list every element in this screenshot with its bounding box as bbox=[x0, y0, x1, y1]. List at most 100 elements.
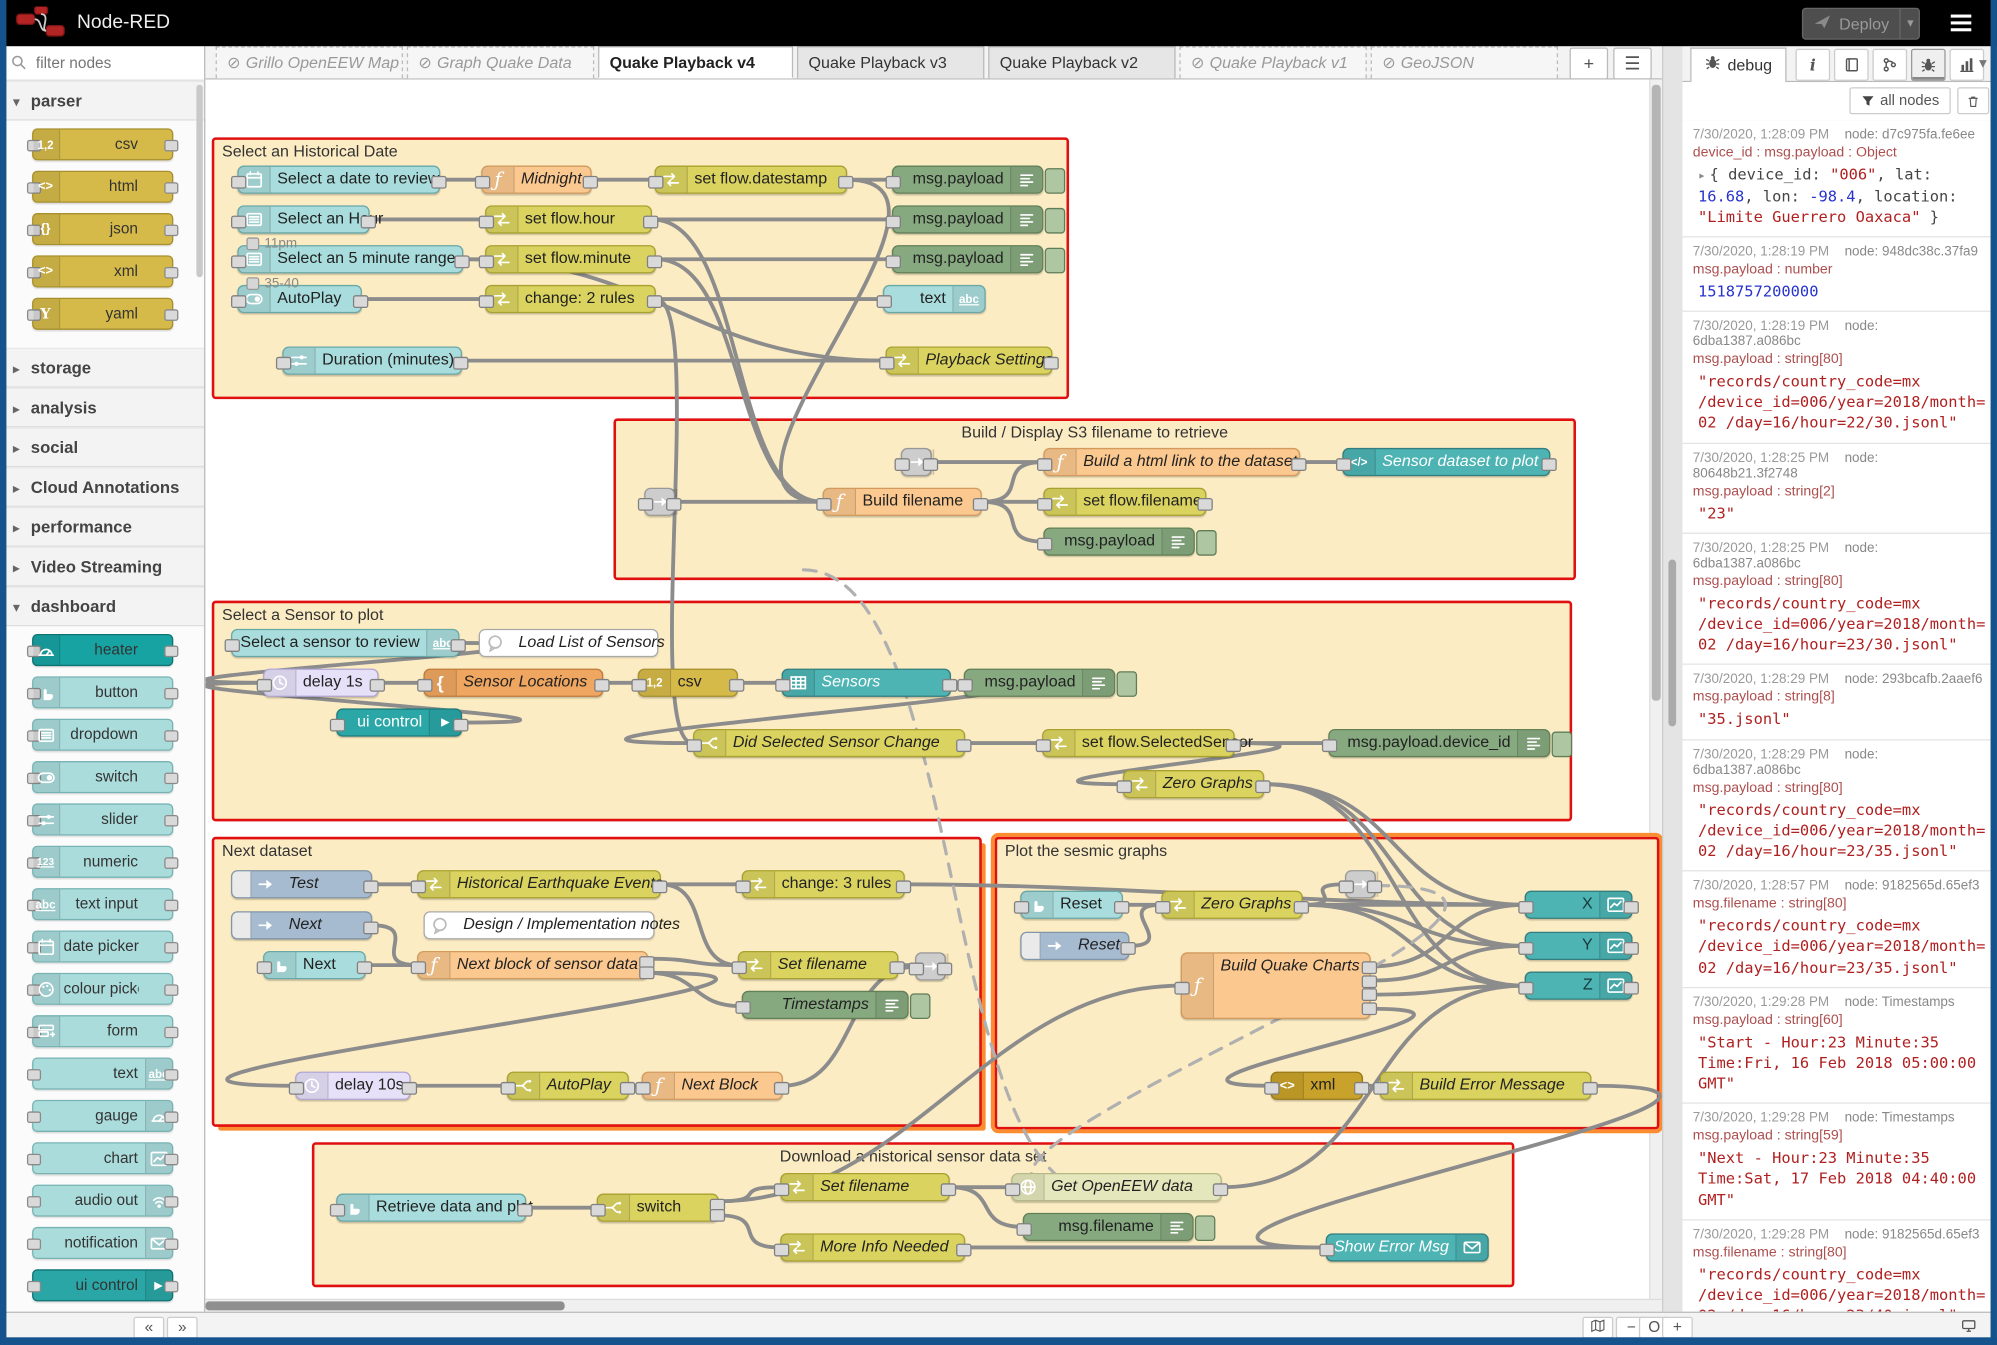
node-load-list-of-sensors[interactable]: Load List of Sensors bbox=[478, 628, 665, 658]
node-set-flow-filename[interactable]: set flow.filename bbox=[1036, 487, 1213, 516]
output-port[interactable] bbox=[940, 1183, 957, 1197]
input-port[interactable] bbox=[1338, 880, 1354, 894]
palette-node-csv[interactable]: 1,2 csv bbox=[26, 128, 178, 161]
input-port[interactable] bbox=[686, 739, 703, 753]
input-port[interactable] bbox=[410, 961, 427, 975]
sidebar-menu-caret-icon[interactable]: ▾ bbox=[1979, 54, 1987, 72]
output-port[interactable] bbox=[666, 497, 682, 511]
output-port[interactable] bbox=[1353, 1081, 1370, 1095]
output-port[interactable] bbox=[582, 175, 599, 189]
input-port[interactable] bbox=[1035, 739, 1052, 753]
node-next[interactable]: Next bbox=[256, 950, 373, 980]
input-port[interactable] bbox=[735, 1001, 751, 1014]
output-port[interactable] bbox=[454, 255, 470, 269]
tab-quake-playback-v2[interactable]: Quake Playback v2 bbox=[988, 46, 1176, 79]
palette-node-html[interactable]: <> html bbox=[26, 170, 178, 203]
output-port[interactable] bbox=[1623, 900, 1639, 914]
node-select-an-hour[interactable]: Select an Hour bbox=[231, 205, 383, 234]
canvas-horizontal-scrollbar[interactable] bbox=[205, 1298, 1663, 1312]
output-port[interactable] bbox=[922, 458, 939, 472]
node-reset[interactable]: Reset bbox=[1020, 931, 1136, 960]
input-port[interactable] bbox=[256, 678, 273, 692]
node-change-2-rules[interactable]: change: 2 rules bbox=[478, 284, 663, 314]
input-port[interactable] bbox=[773, 1243, 790, 1257]
input-port[interactable] bbox=[288, 1081, 305, 1095]
debug-clear-button[interactable] bbox=[1957, 87, 1990, 115]
output-port[interactable] bbox=[972, 497, 989, 511]
node-msg-payload[interactable]: msg.payload bbox=[885, 165, 1066, 194]
node-link[interactable] bbox=[894, 447, 939, 477]
palette-next-button[interactable]: » bbox=[166, 1316, 198, 1339]
palette-node-yaml[interactable]: Y yaml bbox=[26, 297, 178, 330]
output-port[interactable] bbox=[1212, 1183, 1229, 1197]
palette-node-dropdown[interactable]: dropdown bbox=[26, 718, 178, 751]
inject-button[interactable] bbox=[232, 912, 252, 939]
output-port[interactable] bbox=[356, 961, 373, 975]
output-port[interactable] bbox=[1120, 942, 1136, 955]
output-port[interactable] bbox=[728, 678, 745, 692]
sidebar-context-button[interactable] bbox=[1872, 48, 1908, 81]
tab-geojson[interactable]: ⊘ GeoJSON bbox=[1370, 46, 1559, 79]
sidebar-help-button[interactable] bbox=[1833, 48, 1869, 81]
node-msg-payload[interactable]: msg.payload bbox=[885, 245, 1066, 274]
input-port[interactable] bbox=[1155, 900, 1171, 914]
node-select-a-sensor-to-review[interactable]: abc Select a sensor to review bbox=[224, 628, 466, 658]
node-autoplay[interactable]: AutoPlay bbox=[500, 1071, 636, 1100]
input-port[interactable] bbox=[894, 458, 910, 472]
node-sensor-dataset-to-plot[interactable]: </> Sensor dataset to plot bbox=[1336, 447, 1557, 477]
palette-node-heater[interactable]: heater bbox=[26, 633, 178, 667]
deploy-options-caret-icon[interactable]: ▾ bbox=[1907, 17, 1913, 31]
input-port[interactable] bbox=[417, 678, 433, 692]
input-port[interactable] bbox=[590, 1203, 606, 1217]
node-set-flow-datestamp[interactable]: set flow.datestamp bbox=[648, 165, 854, 194]
input-port[interactable] bbox=[275, 356, 292, 370]
node-set-flow-selectedsensor[interactable]: set flow.SelectedSensor bbox=[1035, 728, 1253, 758]
debug-message[interactable]: 7/30/2020, 1:28:25 PM node: 80648b21.3f27… bbox=[1682, 444, 1997, 534]
output-port[interactable] bbox=[1623, 981, 1639, 995]
input-port[interactable] bbox=[329, 718, 346, 732]
expand-caret-icon[interactable]: ▸ bbox=[1698, 169, 1706, 183]
node-show-error-msg[interactable]: Show Error Msg bbox=[1319, 1233, 1489, 1262]
tab-quake-playback-v3[interactable]: Quake Playback v3 bbox=[796, 46, 985, 79]
output-port[interactable] bbox=[889, 961, 905, 975]
node-next-block[interactable]: ƒ Next Block bbox=[635, 1071, 790, 1100]
palette-category-analysis[interactable]: ▸ analysis bbox=[0, 387, 205, 428]
input-port[interactable] bbox=[478, 255, 495, 269]
output-port[interactable] bbox=[1541, 458, 1557, 472]
node-change-3-rules[interactable]: change: 3 rules bbox=[735, 870, 912, 899]
add-flow-button[interactable]: + bbox=[1569, 47, 1609, 80]
output-port[interactable] bbox=[450, 639, 466, 652]
output-port[interactable] bbox=[1293, 900, 1310, 914]
output-port[interactable] bbox=[646, 255, 663, 269]
output-port[interactable] bbox=[642, 215, 659, 229]
palette-category-dashboard[interactable]: ▾ dashboard bbox=[0, 586, 205, 627]
debug-toggle-button[interactable] bbox=[1194, 1215, 1216, 1242]
flow-list-button[interactable]: ☰ bbox=[1613, 47, 1652, 80]
sidebar-debug-button[interactable] bbox=[1910, 48, 1946, 81]
output-port[interactable] bbox=[363, 921, 379, 935]
palette-node-text-input[interactable]: abc text input bbox=[26, 888, 178, 921]
debug-toggle-button[interactable] bbox=[1551, 731, 1573, 758]
node-link[interactable] bbox=[908, 952, 953, 981]
input-port[interactable] bbox=[957, 678, 973, 692]
debug-message[interactable]: 7/30/2020, 1:28:25 PM node: 6dba1387.a086… bbox=[1682, 534, 1997, 666]
node-x[interactable]: X bbox=[1518, 890, 1639, 919]
input-port[interactable] bbox=[885, 175, 901, 189]
input-port[interactable] bbox=[1036, 458, 1053, 472]
input-port[interactable] bbox=[1321, 739, 1338, 753]
output-port[interactable] bbox=[1197, 497, 1213, 511]
sidebar-info-button[interactable]: i bbox=[1795, 48, 1831, 81]
node-sensors[interactable]: Sensors bbox=[775, 668, 958, 697]
output-port[interactable] bbox=[1623, 942, 1639, 955]
palette-category-cloud-annotations[interactable]: ▸ Cloud Annotations bbox=[0, 467, 205, 507]
output-port[interactable] bbox=[1361, 961, 1378, 975]
input-port[interactable] bbox=[231, 255, 247, 269]
node-build-quake-charts[interactable]: ƒ Build Quake Charts bbox=[1174, 952, 1378, 1020]
node-set-filename[interactable]: Set filename bbox=[773, 1173, 957, 1202]
input-port[interactable] bbox=[478, 215, 495, 229]
output-port[interactable] bbox=[639, 965, 655, 979]
input-port[interactable] bbox=[231, 175, 247, 189]
input-port[interactable] bbox=[256, 961, 273, 975]
node-select-a-date-to-review[interactable]: Select a date to review bbox=[231, 165, 447, 194]
output-port[interactable] bbox=[838, 175, 854, 189]
